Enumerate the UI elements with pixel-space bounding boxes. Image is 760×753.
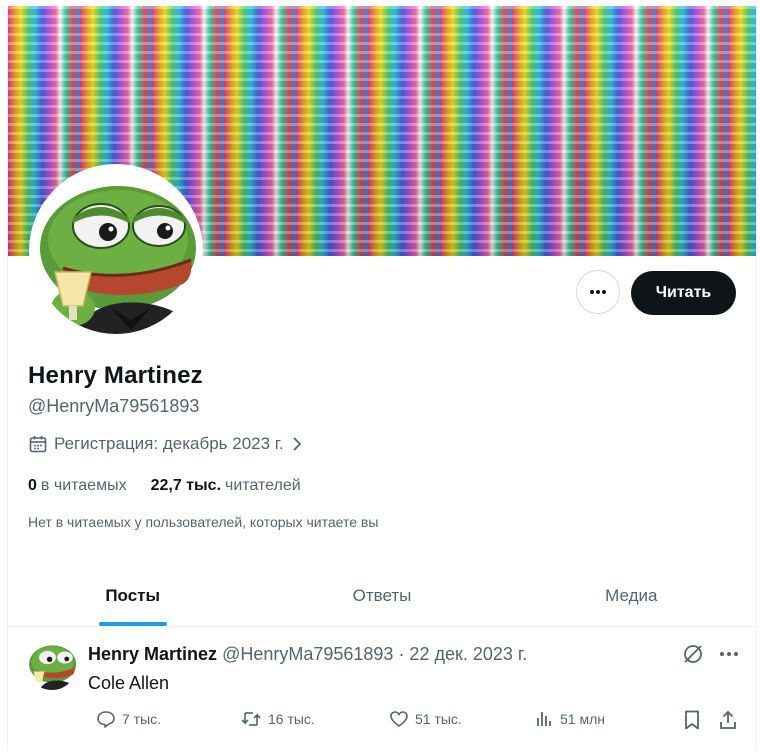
bookmark-button[interactable]	[682, 709, 702, 731]
following-link[interactable]: 0в читаемых	[28, 477, 127, 495]
post-item[interactable]: Henry Martinez @HenryMa79561893 · 22 дек…	[8, 627, 756, 750]
reply-button[interactable]: 7 тыс.	[96, 709, 161, 729]
more-horizontal-icon	[588, 282, 608, 302]
profile-name: Henry Martinez	[28, 362, 203, 389]
grok-icon[interactable]	[682, 643, 704, 665]
follow-button[interactable]: Читать	[631, 271, 736, 315]
like-count: 51 тыс.	[415, 711, 462, 727]
tab-media-label: Медиа	[605, 586, 658, 605]
repost-count: 16 тыс.	[268, 711, 315, 727]
post-author-name[interactable]: Henry Martinez	[88, 644, 217, 664]
post-author-meta[interactable]: @HenryMa79561893 · 22 дек. 2023 г.	[222, 644, 527, 664]
post-more-icon[interactable]	[718, 643, 740, 665]
tab-posts[interactable]: Посты	[8, 566, 257, 626]
mutual-followers-note: Нет в читаемых у пользователей, которых …	[28, 514, 379, 530]
bookmark-icon	[682, 709, 702, 731]
views-count: 51 млн	[560, 711, 605, 727]
post-text: Cole Allen	[88, 673, 170, 693]
like-button[interactable]: 51 тыс.	[389, 709, 462, 729]
repost-button[interactable]: 16 тыс.	[240, 709, 315, 729]
share-icon	[718, 709, 738, 731]
calendar-icon	[28, 434, 48, 454]
profile-page: Читать Henry Martinez @HenryMa79561893 Р…	[7, 6, 757, 750]
chevron-right-icon	[290, 435, 304, 453]
followers-count: 22,7 тыс.	[150, 477, 222, 494]
share-button[interactable]	[718, 709, 738, 731]
views-chart-icon	[534, 709, 554, 729]
joined-date[interactable]: Регистрация: декабрь 2023 г.	[28, 434, 304, 454]
active-tab-indicator	[98, 622, 167, 626]
repost-icon	[240, 709, 262, 729]
followers-label: читателей	[225, 477, 301, 494]
post-actions: 7 тыс. 16 тыс. 51 тыс. 51 млн	[88, 709, 738, 737]
tab-replies-label: Ответы	[352, 586, 412, 605]
profile-avatar[interactable]	[29, 164, 203, 338]
followers-link[interactable]: 22,7 тыс. читателей	[151, 477, 301, 495]
post-author-avatar[interactable]	[27, 640, 77, 690]
tab-replies[interactable]: Ответы	[257, 566, 506, 626]
joined-label: Регистрация: декабрь 2023 г.	[54, 434, 284, 453]
post-header: Henry Martinez @HenryMa79561893 · 22 дек…	[88, 644, 527, 665]
heart-icon	[389, 709, 409, 729]
profile-handle: @HenryMa79561893	[28, 396, 200, 416]
following-count: 0	[28, 477, 37, 494]
profile-tabs: Посты Ответы Медиа	[8, 566, 756, 627]
reply-count: 7 тыс.	[122, 711, 162, 727]
more-options-button[interactable]	[576, 270, 620, 314]
tab-posts-label: Посты	[105, 586, 160, 605]
reply-icon	[96, 709, 116, 729]
avatar-image	[33, 168, 199, 334]
views-button[interactable]: 51 млн	[534, 709, 605, 729]
following-label: в читаемых	[40, 477, 127, 494]
tab-media[interactable]: Медиа	[507, 566, 756, 626]
follow-stats: 0в читаемых 22,7 тыс. читателей	[28, 477, 301, 495]
post-top-actions	[682, 643, 740, 665]
